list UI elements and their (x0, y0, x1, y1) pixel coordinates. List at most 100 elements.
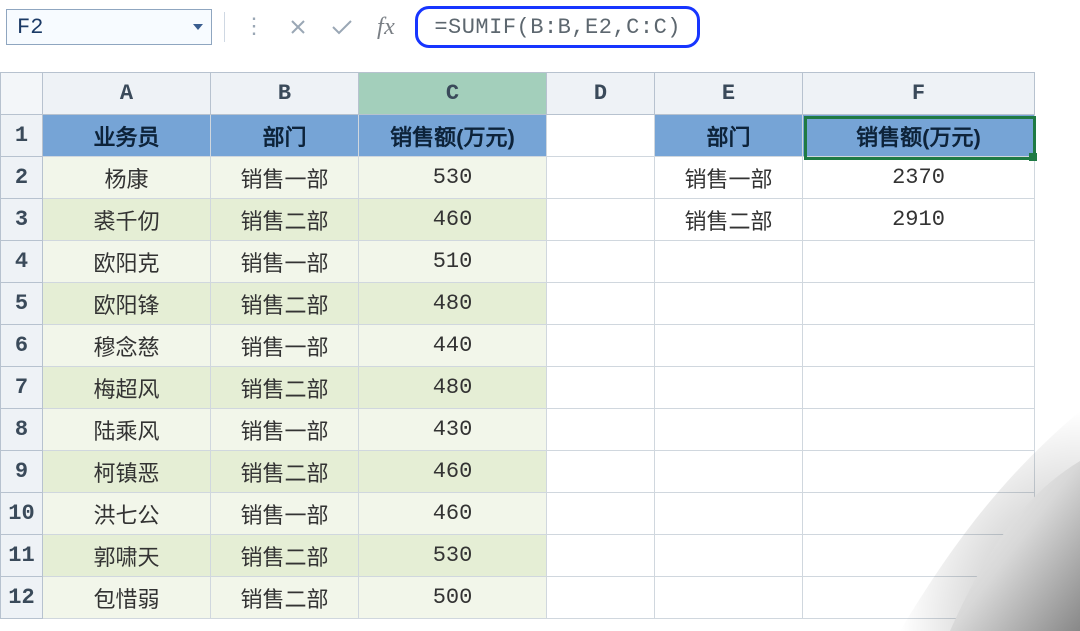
cell-B7[interactable]: 销售二部 (211, 367, 359, 409)
cell-F1[interactable]: 销售额(万元) (803, 115, 1035, 157)
cell-A1[interactable]: 业务员 (43, 115, 211, 157)
row-header-10[interactable]: 10 (1, 493, 43, 535)
cell-E6[interactable] (655, 325, 803, 367)
cell-E11[interactable] (655, 535, 803, 577)
grid-table[interactable]: A B C D E F 1 业务员 部门 销售额(万元) 部门 销售额(万元) … (0, 72, 1035, 619)
cell-F8[interactable] (803, 409, 1035, 451)
cell-B3[interactable]: 销售二部 (211, 199, 359, 241)
cell-A11[interactable]: 郭啸天 (43, 535, 211, 577)
row-header-11[interactable]: 11 (1, 535, 43, 577)
cell-D1[interactable] (547, 115, 655, 157)
cell-D8[interactable] (547, 409, 655, 451)
col-header-E[interactable]: E (655, 73, 803, 115)
cell-C7[interactable]: 480 (359, 367, 547, 409)
cell-A7[interactable]: 梅超风 (43, 367, 211, 409)
select-all-corner[interactable] (1, 73, 43, 115)
cell-E12[interactable] (655, 577, 803, 619)
cell-D6[interactable] (547, 325, 655, 367)
row-header-8[interactable]: 8 (1, 409, 43, 451)
cell-C12[interactable]: 500 (359, 577, 547, 619)
dots-icon: ⋮ (243, 14, 265, 40)
cell-D9[interactable] (547, 451, 655, 493)
cell-B2[interactable]: 销售一部 (211, 157, 359, 199)
cell-D4[interactable] (547, 241, 655, 283)
cell-E2[interactable]: 销售一部 (655, 157, 803, 199)
cell-A4[interactable]: 欧阳克 (43, 241, 211, 283)
row-header-4[interactable]: 4 (1, 241, 43, 283)
col-header-F[interactable]: F (803, 73, 1035, 115)
cell-D11[interactable] (547, 535, 655, 577)
col-header-C[interactable]: C (359, 73, 547, 115)
cell-B6[interactable]: 销售一部 (211, 325, 359, 367)
row-header-12[interactable]: 12 (1, 577, 43, 619)
row-header-9[interactable]: 9 (1, 451, 43, 493)
cell-F3[interactable]: 2910 (803, 199, 1035, 241)
cell-A6[interactable]: 穆念慈 (43, 325, 211, 367)
row-header-7[interactable]: 7 (1, 367, 43, 409)
chevron-down-icon[interactable] (191, 20, 205, 34)
row-header-1[interactable]: 1 (1, 115, 43, 157)
cell-A12[interactable]: 包惜弱 (43, 577, 211, 619)
cell-E7[interactable] (655, 367, 803, 409)
cell-D2[interactable] (547, 157, 655, 199)
cell-E1[interactable]: 部门 (655, 115, 803, 157)
cell-C4[interactable]: 510 (359, 241, 547, 283)
cell-F12[interactable] (803, 577, 1035, 619)
cell-D3[interactable] (547, 199, 655, 241)
cell-C1[interactable]: 销售额(万元) (359, 115, 547, 157)
cell-C2[interactable]: 530 (359, 157, 547, 199)
cancel-icon[interactable] (289, 18, 307, 36)
cell-B9[interactable]: 销售二部 (211, 451, 359, 493)
cell-D10[interactable] (547, 493, 655, 535)
cell-C8[interactable]: 430 (359, 409, 547, 451)
formula-input[interactable]: =SUMIF(B:B,E2,C:C) (415, 6, 700, 48)
cell-B8[interactable]: 销售一部 (211, 409, 359, 451)
cell-D5[interactable] (547, 283, 655, 325)
cell-C10[interactable]: 460 (359, 493, 547, 535)
cell-B1[interactable]: 部门 (211, 115, 359, 157)
cell-F7[interactable] (803, 367, 1035, 409)
name-box[interactable]: F2 (6, 9, 212, 45)
col-header-B[interactable]: B (211, 73, 359, 115)
cell-E4[interactable] (655, 241, 803, 283)
cell-C5[interactable]: 480 (359, 283, 547, 325)
cell-F11[interactable] (803, 535, 1035, 577)
cell-F2[interactable]: 2370 (803, 157, 1035, 199)
cell-A3[interactable]: 裘千仞 (43, 199, 211, 241)
cell-E3[interactable]: 销售二部 (655, 199, 803, 241)
cell-C11[interactable]: 530 (359, 535, 547, 577)
cell-E5[interactable] (655, 283, 803, 325)
cell-F4[interactable] (803, 241, 1035, 283)
cell-A5[interactable]: 欧阳锋 (43, 283, 211, 325)
cell-E8[interactable] (655, 409, 803, 451)
confirm-icon[interactable] (331, 18, 353, 36)
cell-F9[interactable] (803, 451, 1035, 493)
cell-A9[interactable]: 柯镇恶 (43, 451, 211, 493)
cell-D12[interactable] (547, 577, 655, 619)
row-header-5[interactable]: 5 (1, 283, 43, 325)
cell-F10[interactable] (803, 493, 1035, 535)
row-header-2[interactable]: 2 (1, 157, 43, 199)
row-header-3[interactable]: 3 (1, 199, 43, 241)
cell-A8[interactable]: 陆乘风 (43, 409, 211, 451)
cell-F5[interactable] (803, 283, 1035, 325)
cell-B11[interactable]: 销售二部 (211, 535, 359, 577)
col-header-A[interactable]: A (43, 73, 211, 115)
col-header-D[interactable]: D (547, 73, 655, 115)
cell-B10[interactable]: 销售一部 (211, 493, 359, 535)
worksheet[interactable]: A B C D E F 1 业务员 部门 销售额(万元) 部门 销售额(万元) … (0, 72, 1080, 619)
cell-D7[interactable] (547, 367, 655, 409)
fx-icon[interactable]: fx (377, 14, 395, 41)
cell-C3[interactable]: 460 (359, 199, 547, 241)
cell-A2[interactable]: 杨康 (43, 157, 211, 199)
row-header-6[interactable]: 6 (1, 325, 43, 367)
cell-C6[interactable]: 440 (359, 325, 547, 367)
cell-B5[interactable]: 销售二部 (211, 283, 359, 325)
cell-B4[interactable]: 销售一部 (211, 241, 359, 283)
cell-A10[interactable]: 洪七公 (43, 493, 211, 535)
cell-B12[interactable]: 销售二部 (211, 577, 359, 619)
cell-E10[interactable] (655, 493, 803, 535)
cell-F6[interactable] (803, 325, 1035, 367)
cell-E9[interactable] (655, 451, 803, 493)
cell-C9[interactable]: 460 (359, 451, 547, 493)
